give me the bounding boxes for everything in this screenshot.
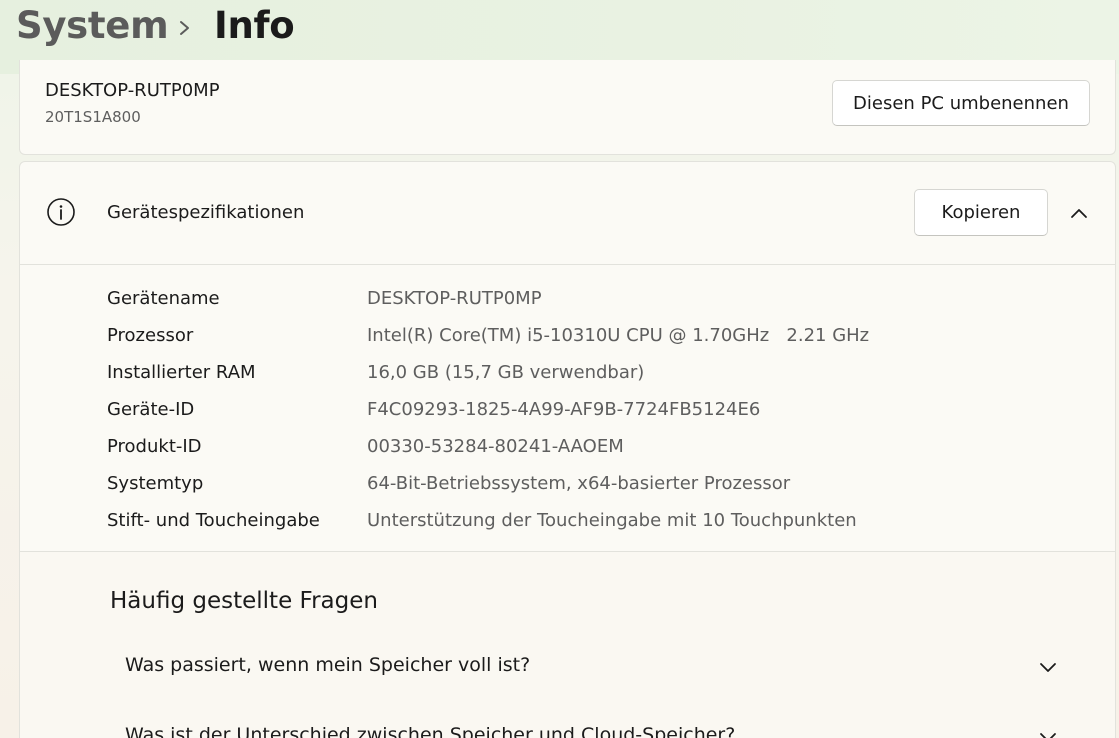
info-icon xyxy=(47,198,75,226)
spec-label: Installierter RAM xyxy=(107,362,256,383)
pc-model: 20T1S1A800 xyxy=(45,108,141,126)
spec-label: Systemtyp xyxy=(107,473,204,494)
chevron-right-icon xyxy=(180,21,189,35)
spec-label: Geräte-ID xyxy=(107,399,195,420)
device-specs-header[interactable]: Gerätespezifikationen Kopieren xyxy=(20,162,1115,265)
spec-value: DESKTOP-RUTP0MP xyxy=(367,288,542,309)
faq-section: Häufig gestellte Fragen Was passiert, we… xyxy=(19,551,1116,738)
spec-value: Intel(R) Core(TM) i5-10310U CPU @ 1.70GH… xyxy=(367,325,870,346)
spec-row-pen-touch: Stift- und Toucheingabe Unterstützung de… xyxy=(20,502,1115,539)
copy-button[interactable]: Kopieren xyxy=(914,189,1048,236)
spec-value: 64-Bit-Betriebssystem, x64-basierter Pro… xyxy=(367,473,791,494)
pc-name: DESKTOP-RUTP0MP xyxy=(45,80,220,101)
chevron-up-icon[interactable] xyxy=(1069,204,1089,222)
faq-question: Was ist der Unterschied zwischen Speiche… xyxy=(125,724,736,738)
breadcrumb-system[interactable]: System xyxy=(16,4,169,47)
faq-title: Häufig gestellte Fragen xyxy=(110,588,378,614)
page-title: Info xyxy=(214,4,295,47)
chevron-down-icon xyxy=(1040,733,1056,738)
device-specs-title: Gerätespezifikationen xyxy=(107,202,305,223)
spec-row-ram: Installierter RAM 16,0 GB (15,7 GB verwe… xyxy=(20,354,1115,391)
spec-label: Produkt-ID xyxy=(107,436,202,457)
spec-value: Unterstützung der Toucheingabe mit 10 To… xyxy=(367,510,857,531)
pc-name-card: DESKTOP-RUTP0MP 20T1S1A800 Diesen PC umb… xyxy=(19,60,1116,155)
spec-row-processor: Prozessor Intel(R) Core(TM) i5-10310U CP… xyxy=(20,317,1115,354)
rename-pc-button[interactable]: Diesen PC umbenennen xyxy=(832,80,1090,126)
spec-row-system-type: Systemtyp 64-Bit-Betriebssystem, x64-bas… xyxy=(20,465,1115,502)
spec-value: 16,0 GB (15,7 GB verwendbar) xyxy=(367,362,645,383)
spec-label: Prozessor xyxy=(107,325,194,346)
spec-label: Stift- und Toucheingabe xyxy=(107,510,320,531)
spec-row-device-name: Gerätename DESKTOP-RUTP0MP xyxy=(20,280,1115,317)
spec-value: 00330-53284-80241-AAOEM xyxy=(367,436,624,457)
device-specs-card: Gerätespezifikationen Kopieren Gerätenam… xyxy=(19,161,1116,553)
faq-item[interactable]: Was passiert, wenn mein Speicher voll is… xyxy=(110,654,1080,700)
spec-label: Gerätename xyxy=(107,288,220,309)
faq-item[interactable]: Was ist der Unterschied zwischen Speiche… xyxy=(110,724,1080,738)
spec-row-product-id: Produkt-ID 00330-53284-80241-AAOEM xyxy=(20,428,1115,465)
faq-question: Was passiert, wenn mein Speicher voll is… xyxy=(125,654,531,676)
spec-row-device-id: Geräte-ID F4C09293-1825-4A99-AF9B-7724FB… xyxy=(20,391,1115,428)
chevron-down-icon xyxy=(1040,663,1056,672)
spec-value: F4C09293-1825-4A99-AF9B-7724FB5124E6 xyxy=(367,399,761,420)
